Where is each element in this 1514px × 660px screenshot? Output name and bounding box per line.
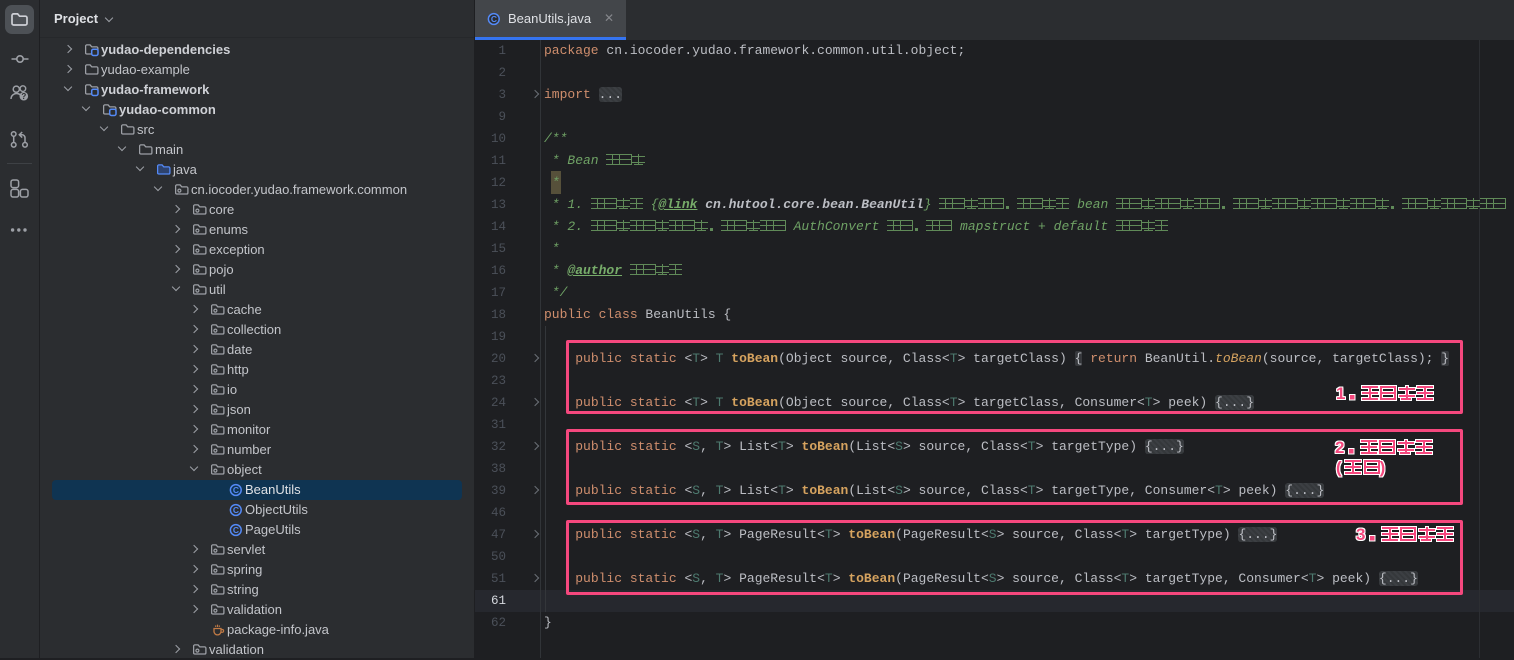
- svg-text:C: C: [233, 525, 239, 535]
- svg-text:C: C: [491, 14, 497, 24]
- svg-text:C: C: [233, 505, 239, 515]
- svg-text:?: ?: [21, 92, 26, 101]
- svg-text:C: C: [233, 485, 239, 495]
